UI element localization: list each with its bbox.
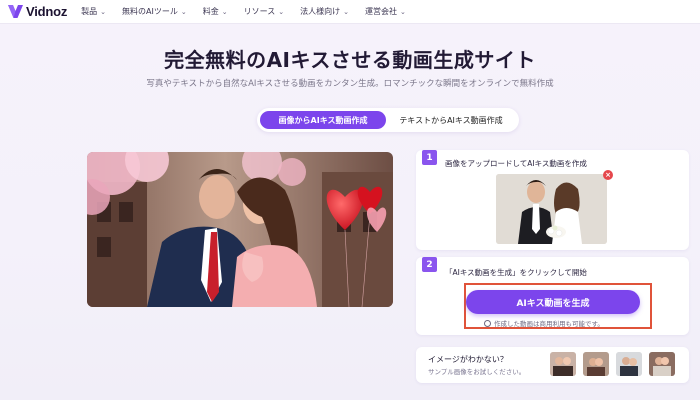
sample-image-1[interactable]: [550, 352, 576, 376]
nav-item-products[interactable]: 製品 ⌄: [81, 6, 106, 17]
step-number: 2: [422, 257, 437, 272]
nav-item-pricing[interactable]: 料金 ⌄: [203, 6, 228, 17]
nav-item-enterprise[interactable]: 法人様向け ⌄: [300, 6, 349, 17]
nav-item-label: リソース: [243, 7, 276, 16]
sample-images-card: イメージがわかない？ サンプル画像をお試しください。: [416, 347, 689, 383]
step-2-text: 「AIキス動画を生成」をクリックして開始: [445, 268, 587, 277]
logo-icon: [8, 5, 23, 18]
nav-item-resources[interactable]: リソース ⌄: [244, 6, 284, 17]
page-subtitle: 写真やテキストから自然なAIキスさせる動画をカンタン生成。ロマンチックな瞬間をオ…: [146, 79, 554, 89]
vidnoz-logo[interactable]: Vidnoz: [8, 0, 67, 24]
generate-kiss-video-button[interactable]: AIキス動画を生成: [466, 290, 640, 314]
tab-image-to-kiss-video[interactable]: 画像からAIキス動画作成: [260, 111, 386, 129]
top-nav: Vidnoz 製品 ⌄ 無料のAIツール ⌄ 料金 ⌄ リソース ⌄ 法人様向け ⌄ 運営…: [0, 0, 700, 24]
nav-item-label: 法人様向け: [300, 7, 341, 16]
sample-image-2[interactable]: [583, 352, 609, 376]
nav-item-label: 運営会社: [365, 7, 397, 16]
chevron-down-icon: ⌄: [180, 7, 187, 16]
sample-title: イメージがわかない？: [428, 355, 508, 364]
nav-item-label: 無料のAIツール: [122, 7, 178, 16]
sample-image-3[interactable]: [616, 352, 642, 376]
remove-image-icon[interactable]: ×: [603, 170, 613, 180]
tab-text-to-kiss-video[interactable]: テキストからAIキス動画作成: [386, 111, 516, 129]
commercial-use-text: 作成した動画は商用利用も可能です。: [494, 320, 604, 328]
nav-item-free-ai-tools[interactable]: 無料のAIツール ⌄: [122, 6, 187, 17]
chevron-down-icon: ⌄: [400, 7, 406, 16]
kiss-example-image: [87, 152, 393, 307]
chevron-down-icon: ⌄: [221, 7, 228, 16]
nav-item-company[interactable]: 運営会社 ⌄: [365, 6, 406, 17]
step-number: 1: [422, 150, 437, 165]
chevron-down-icon: ⌄: [343, 7, 349, 16]
nav-item-label: 料金: [202, 7, 219, 16]
page-title: 完全無料のAIキスさせる動画生成サイト: [164, 48, 536, 72]
commercial-use-note: 作成した動画は商用利用も可能です。: [484, 318, 604, 328]
chevron-down-icon: ⌄: [278, 7, 285, 16]
logo-text: Vidnoz: [26, 4, 68, 19]
mode-tabs: 画像からAIキス動画作成 テキストからAIキス動画作成: [257, 108, 519, 132]
nav-item-label: 製品: [81, 7, 98, 16]
check-circle-icon: [484, 319, 491, 327]
step-1-card: 1 画像をアップロードしてAIキス動画を作成 ×: [416, 150, 689, 250]
uploaded-image[interactable]: [496, 174, 607, 244]
sample-image-4[interactable]: [649, 352, 675, 376]
step-1-text: 画像をアップロードしてAIキス動画を作成: [445, 159, 587, 168]
chevron-down-icon: ⌄: [100, 7, 107, 16]
sample-subtitle: サンプル画像をお試しください。: [428, 368, 526, 376]
